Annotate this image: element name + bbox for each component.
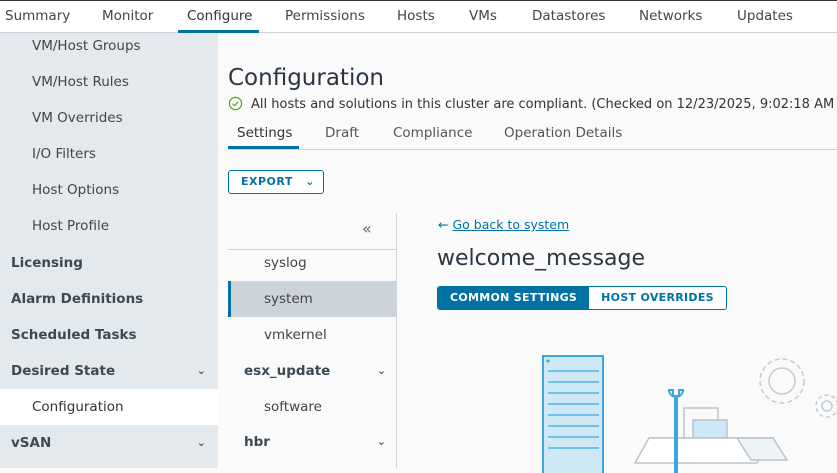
- tree-group-label: esx_update: [244, 363, 331, 379]
- tree-group-hbr[interactable]: hbr ⌄: [228, 424, 396, 460]
- top-nav: Summary Monitor Configure Permissions Ho…: [0, 0, 837, 33]
- export-label: EXPORT: [241, 175, 293, 188]
- config-tabs: Settings Draft Compliance Operation Deta…: [228, 116, 837, 150]
- sidebar-item-vsan[interactable]: vSAN ⌄: [0, 425, 218, 461]
- export-button[interactable]: EXPORT ⌄: [228, 170, 324, 194]
- detail-panel: ← Go back to system welcome_message COMM…: [437, 213, 837, 473]
- chevron-down-icon: ⌄: [196, 436, 206, 449]
- tree-item-vmkernel[interactable]: vmkernel: [228, 317, 396, 353]
- sidebar-item-host-profile[interactable]: Host Profile: [0, 208, 218, 244]
- sidebar-item-io-filters[interactable]: I/O Filters: [0, 136, 218, 172]
- tab-hosts[interactable]: Hosts: [397, 8, 435, 24]
- sidebar: VM/Host Groups VM/Host Rules VM Override…: [0, 33, 218, 468]
- settings-segment-control: COMMON SETTINGS HOST OVERRIDES: [437, 286, 727, 310]
- collapse-icon[interactable]: «: [362, 219, 372, 238]
- sidebar-item-configuration[interactable]: Configuration: [0, 389, 218, 425]
- sidebar-item-vm-host-groups[interactable]: VM/Host Groups: [0, 33, 218, 64]
- tab-summary[interactable]: Summary: [5, 8, 70, 24]
- tree-item-syslog[interactable]: syslog: [228, 245, 396, 281]
- sidebar-item-alarm-definitions[interactable]: Alarm Definitions: [0, 281, 218, 317]
- empty-state-illustration: [542, 355, 837, 473]
- settings-tree: « syslog system vmkernel esx_update ⌄ sof…: [228, 213, 397, 468]
- status-text: All hosts and solutions in this cluster …: [251, 97, 835, 112]
- tab-draft[interactable]: Draft: [325, 125, 359, 141]
- chevron-down-icon: ⌄: [196, 364, 206, 377]
- tree-group-esx-update[interactable]: esx_update ⌄: [228, 353, 396, 389]
- tree-item-software[interactable]: software: [228, 389, 396, 425]
- tab-datastores[interactable]: Datastores: [532, 8, 605, 24]
- tab-networks[interactable]: Networks: [639, 8, 702, 24]
- back-link[interactable]: ← Go back to system: [438, 217, 569, 232]
- tab-permissions[interactable]: Permissions: [285, 8, 365, 24]
- check-circle-icon: [228, 96, 243, 111]
- tab-configure[interactable]: Configure: [187, 8, 252, 24]
- chevron-down-icon: ⌄: [305, 175, 315, 188]
- sidebar-item-scheduled-tasks[interactable]: Scheduled Tasks: [0, 317, 218, 353]
- sidebar-item-label: Desired State: [11, 363, 116, 379]
- sidebar-item-desired-state[interactable]: Desired State ⌄: [0, 353, 218, 389]
- setting-title: welcome_message: [437, 246, 646, 271]
- main-content: Configuration All hosts and solutions in…: [218, 33, 837, 473]
- sidebar-item-host-options[interactable]: Host Options: [0, 172, 218, 208]
- page-title: Configuration: [228, 65, 384, 91]
- active-tab-indicator: [228, 146, 299, 149]
- arrow-left-icon: ←: [438, 217, 449, 232]
- chevron-down-icon: ⌄: [376, 364, 386, 377]
- back-link-label: Go back to system: [452, 217, 570, 232]
- sidebar-item-vm-overrides[interactable]: VM Overrides: [0, 100, 218, 136]
- tree-group-label: hbr: [244, 434, 270, 450]
- compliance-status: All hosts and solutions in this cluster …: [228, 96, 834, 112]
- chevron-down-icon: ⌄: [376, 435, 386, 448]
- host-overrides-button[interactable]: HOST OVERRIDES: [589, 287, 726, 309]
- tab-vms[interactable]: VMs: [469, 8, 497, 24]
- tree-item-system[interactable]: system: [228, 281, 396, 317]
- tab-monitor[interactable]: Monitor: [102, 8, 153, 24]
- common-settings-button[interactable]: COMMON SETTINGS: [438, 287, 590, 309]
- sidebar-item-licensing[interactable]: Licensing: [0, 245, 218, 281]
- tab-updates[interactable]: Updates: [737, 8, 793, 24]
- tab-settings[interactable]: Settings: [237, 125, 292, 141]
- tab-compliance[interactable]: Compliance: [393, 125, 472, 141]
- sidebar-item-label: vSAN: [11, 435, 52, 451]
- sidebar-item-vm-host-rules[interactable]: VM/Host Rules: [0, 64, 218, 100]
- tab-operation-details[interactable]: Operation Details: [504, 125, 622, 141]
